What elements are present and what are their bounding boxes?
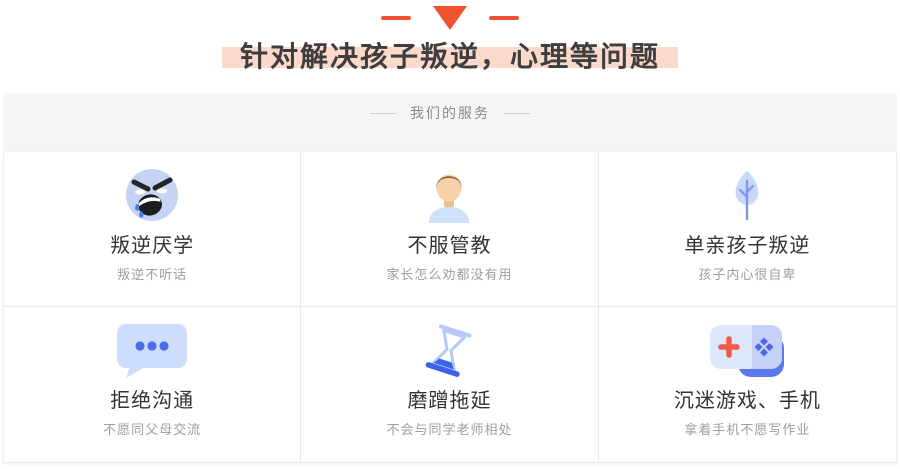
decoration-dash-left [381, 16, 411, 20]
service-card-single-parent[interactable]: 单亲孩子叛逆 孩子内心很自卑 [598, 152, 896, 307]
service-subtitle: 不愿同父母交流 [103, 422, 202, 437]
chat-bubble-icon [115, 322, 189, 378]
service-card-defiant[interactable]: 不服管教 家长怎么劝都没有用 [301, 152, 599, 307]
service-title: 单亲孩子叛逆 [684, 235, 811, 257]
service-card-procrastination[interactable]: 磨蹭拖延 不会与同学老师相处 [301, 307, 599, 462]
service-subtitle: 叛逆不听话 [117, 267, 188, 282]
page-title: 针对解决孩子叛逆，心理等问题 [221, 38, 678, 76]
gamepad-icon [708, 322, 786, 378]
header-decoration [0, 0, 900, 30]
service-card-no-communication[interactable]: 拒绝沟通 不愿同父母交流 [4, 307, 302, 462]
leaf-icon [719, 167, 775, 223]
angry-face-icon [124, 167, 180, 223]
down-triangle-icon [433, 6, 467, 30]
service-title: 叛逆厌学 [110, 235, 195, 257]
service-card-rebellious[interactable]: 叛逆厌学 叛逆不听话 [4, 152, 302, 307]
service-subtitle: 拿着手机不愿写作业 [684, 422, 811, 437]
services-grid: 叛逆厌学 叛逆不听话 不服管教 家长怎么劝都没有用 单亲孩子叛逆 孩子内心很自卑 [3, 152, 897, 463]
section-label: 我们的服务 [410, 105, 490, 121]
section-line-left [370, 113, 396, 114]
service-subtitle: 家长怎么劝都没有用 [386, 267, 513, 282]
service-title: 磨蹭拖延 [407, 390, 492, 412]
section-line-right [504, 113, 530, 114]
service-title: 沉迷游戏、手机 [673, 390, 821, 412]
hourglass-icon [421, 322, 477, 378]
section-header: 我们的服务 [3, 93, 897, 152]
service-card-game-addiction[interactable]: 沉迷游戏、手机 拿着手机不愿写作业 [598, 307, 896, 462]
service-title: 拒绝沟通 [110, 390, 195, 412]
service-subtitle: 孩子内心很自卑 [698, 267, 797, 282]
boy-avatar-icon [421, 167, 477, 223]
service-subtitle: 不会与同学老师相处 [386, 422, 513, 437]
decoration-dash-right [489, 16, 519, 20]
header: 针对解决孩子叛逆，心理等问题 [0, 38, 900, 76]
service-title: 不服管教 [407, 235, 492, 257]
